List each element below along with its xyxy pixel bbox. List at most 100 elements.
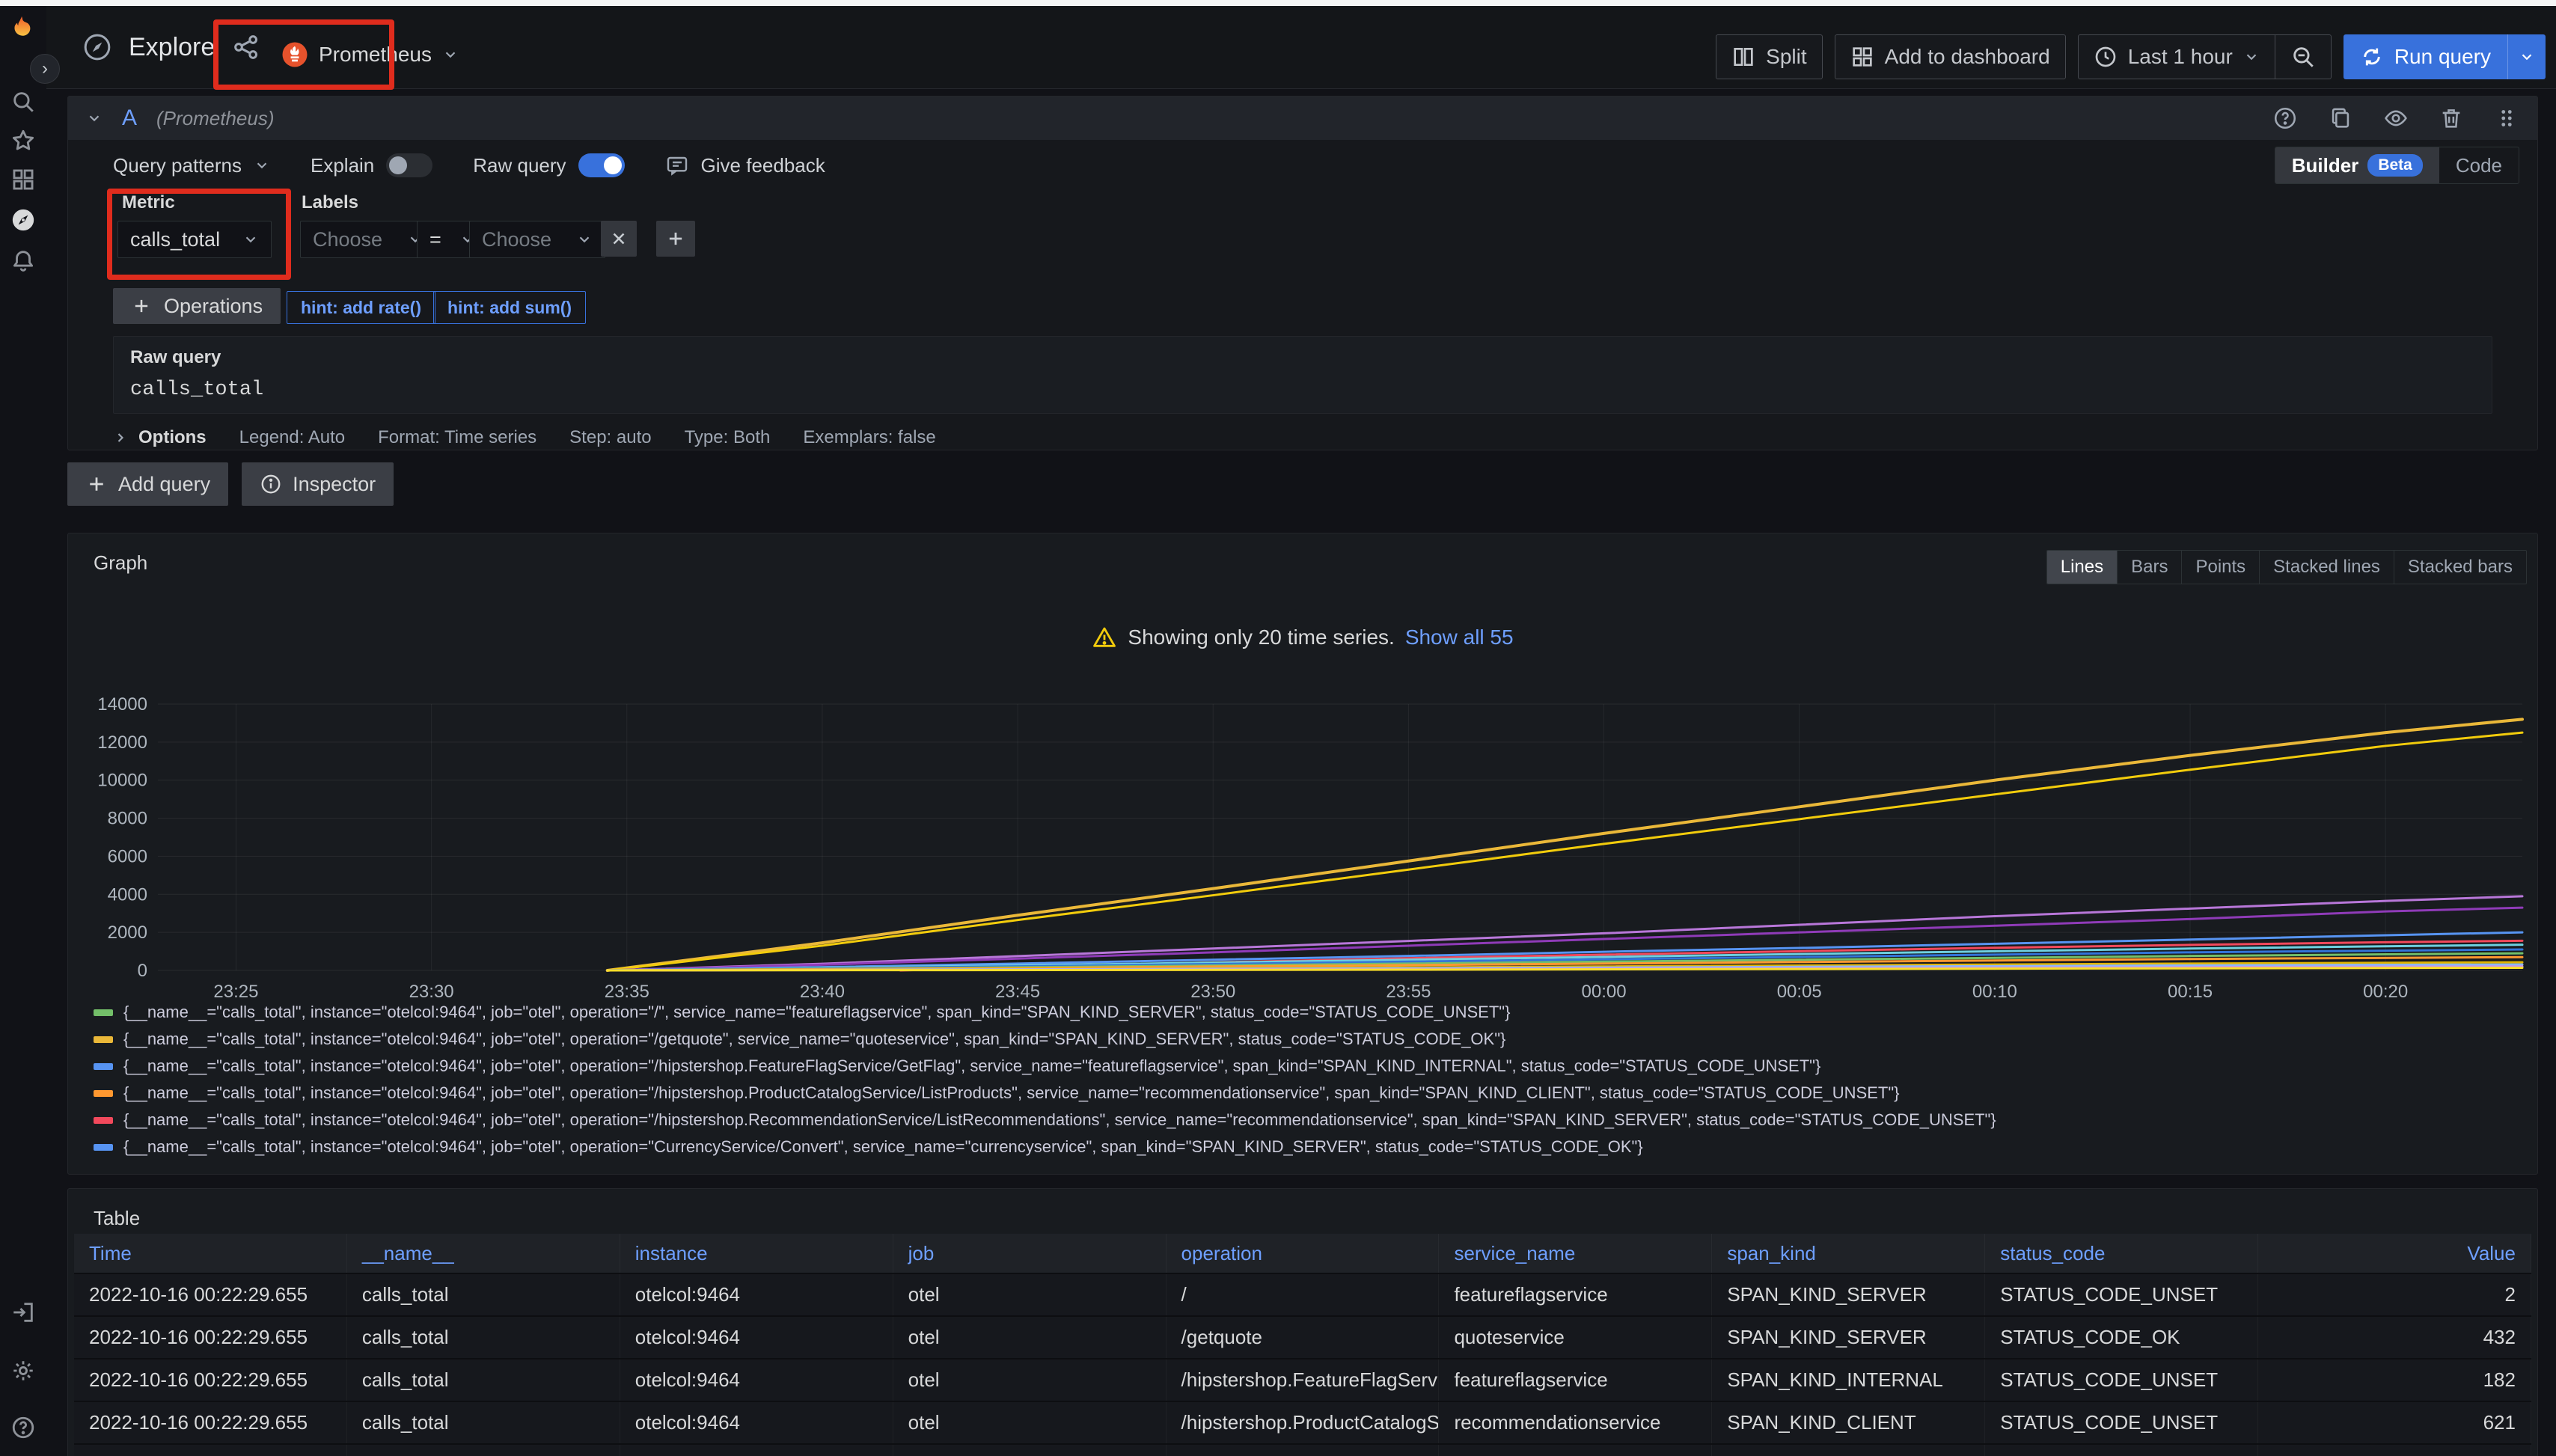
legend-item[interactable]: {__name__="calls_total", instance="otelc… (94, 1107, 2530, 1134)
time-range-picker[interactable]: Last 1 hour (2079, 35, 2275, 79)
delete-query-icon[interactable] (2439, 105, 2464, 131)
hide-query-icon[interactable] (2383, 105, 2409, 131)
clock-icon (2094, 45, 2118, 69)
zoom-out-button[interactable] (2275, 35, 2331, 79)
share-icon[interactable] (231, 32, 261, 62)
chevron-down-icon (576, 231, 593, 248)
table-cell: otelcol:9464 (620, 1445, 893, 1456)
legend-item[interactable]: {__name__="calls_total", instance="otelc… (94, 1134, 2530, 1160)
svg-text:0: 0 (138, 961, 147, 981)
gear-icon[interactable] (8, 1356, 38, 1386)
table-header-row: Time__name__instancejoboperationservice_… (74, 1234, 2531, 1273)
add-query-button[interactable]: Add query (67, 462, 228, 506)
builder-option[interactable]: Builder Beta (2275, 147, 2439, 183)
column-header-span-kind[interactable]: span_kind (1712, 1234, 1985, 1273)
svg-text:23:50: 23:50 (1190, 982, 1235, 1000)
table-cell: 621 (2258, 1402, 2531, 1443)
metric-select[interactable]: calls_total (117, 221, 272, 258)
query-help-icon[interactable] (2272, 105, 2298, 131)
code-option[interactable]: Code (2439, 147, 2519, 183)
legend-item[interactable]: {__name__="calls_total", instance="otelc… (94, 1080, 2530, 1107)
graph-mode-stacked-bars[interactable]: Stacked bars (2394, 551, 2526, 584)
duplicate-query-icon[interactable] (2328, 105, 2353, 131)
column-header-job[interactable]: job (893, 1234, 1167, 1273)
table-cell: otelcol:9464 (620, 1274, 893, 1315)
sidebar (0, 6, 46, 1456)
compass-icon[interactable] (8, 205, 38, 235)
query-hint-button[interactable]: hint: add rate() (287, 291, 435, 324)
series-limit-warning: Showing only 20 time series. Show all 55 (68, 625, 2537, 650)
operations-button[interactable]: Operations (113, 288, 281, 324)
remove-label-filter-button[interactable] (601, 221, 637, 257)
drag-handle-icon[interactable] (2494, 105, 2519, 131)
bell-icon[interactable] (8, 245, 38, 275)
table-cell: calls_total (347, 1317, 620, 1358)
run-query-caret[interactable] (2507, 34, 2546, 79)
column-header--name-[interactable]: __name__ (347, 1234, 620, 1273)
split-icon (1731, 45, 1755, 69)
query-ref-id: A (122, 105, 137, 131)
table-row[interactable]: 2022-10-16 00:22:29.655calls_totalotelco… (74, 1358, 2531, 1401)
table-cell: STATUS_CODE_OK (1985, 1317, 2258, 1358)
raw-query-toggle[interactable] (578, 153, 625, 177)
column-header-operation[interactable]: operation (1167, 1234, 1440, 1273)
sidebar-expand-button[interactable]: › (30, 54, 60, 84)
graph-canvas[interactable]: 0200040006000800010000120001400023:2523:… (76, 678, 2530, 1000)
query-option-summary: Exemplars: false (803, 427, 935, 448)
query-hint-button[interactable]: hint: add sum() (433, 291, 586, 324)
svg-text:14000: 14000 (97, 694, 147, 715)
query-patterns-dropdown[interactable]: Query patterns (113, 154, 270, 177)
show-all-series-link[interactable]: Show all 55 (1405, 625, 1514, 649)
table-cell: /hipstershop.ProductCatalogS... (1167, 1402, 1440, 1443)
legend-label: {__name__="calls_total", instance="otelc… (123, 1003, 1510, 1022)
table-cell: /getquote (1167, 1317, 1440, 1358)
legend-item[interactable]: {__name__="calls_total", instance="otelc… (94, 999, 2530, 1026)
star-icon[interactable] (8, 126, 38, 156)
graph-mode-stacked-lines[interactable]: Stacked lines (2259, 551, 2394, 584)
legend-item[interactable]: {__name__="calls_total", instance="otelc… (94, 1053, 2530, 1080)
column-header-value[interactable]: Value (2258, 1234, 2531, 1273)
add-to-dashboard-button[interactable]: Add to dashboard (1835, 34, 2066, 79)
chevron-down-icon (2243, 49, 2260, 65)
sign-in-icon[interactable] (8, 1297, 38, 1327)
inspector-button[interactable]: Inspector (242, 462, 394, 506)
split-button[interactable]: Split (1716, 34, 1822, 79)
label-value-select[interactable]: Choose (469, 221, 605, 258)
search-icon[interactable] (8, 87, 38, 117)
query-editor-panel: A (Prometheus) Query patterns Explain Ra… (67, 96, 2538, 450)
table-cell: SPAN_KIND_SERVER (1712, 1274, 1985, 1315)
svg-text:00:20: 00:20 (2363, 982, 2408, 1000)
datasource-picker[interactable]: Prometheus (271, 33, 469, 76)
table-row[interactable]: 2022-10-16 00:22:29.655calls_totalotelco… (74, 1401, 2531, 1443)
table-cell: STATUS_CODE_UNSET (1985, 1445, 2258, 1456)
table-cell: otelcol:9464 (620, 1317, 893, 1358)
graph-mode-lines[interactable]: Lines (2047, 551, 2117, 584)
graph-mode-bars[interactable]: Bars (2117, 551, 2181, 584)
graph-mode-switch: LinesBarsPointsStacked linesStacked bars (2046, 550, 2527, 584)
run-query-button[interactable]: Run query (2343, 34, 2546, 79)
column-header-time[interactable]: Time (74, 1234, 347, 1273)
table-cell: 2022-10-16 00:22:29.655 (74, 1317, 347, 1358)
query-row-header[interactable]: A (Prometheus) (68, 97, 2537, 140)
table-row[interactable]: 2022-10-16 00:22:29.655calls_totalotelco… (74, 1273, 2531, 1315)
raw-query-preview-label: Raw query (130, 347, 2475, 368)
column-header-instance[interactable]: instance (620, 1234, 893, 1273)
apps-icon[interactable] (8, 165, 38, 195)
explain-toggle[interactable] (386, 153, 432, 177)
give-feedback-link[interactable]: Give feedback (665, 153, 825, 177)
svg-text:4000: 4000 (108, 884, 147, 905)
table-cell: featureflagservice (1439, 1274, 1712, 1315)
label-name-select[interactable]: Choose (300, 221, 436, 258)
graph-mode-points[interactable]: Points (2181, 551, 2259, 584)
help-icon[interactable] (8, 1413, 38, 1443)
table-row[interactable]: 2022-10-16 00:22:29.655calls_totalotelco… (74, 1315, 2531, 1358)
grafana-logo[interactable] (7, 12, 37, 42)
column-header-status-code[interactable]: status_code (1985, 1234, 2258, 1273)
column-header-service-name[interactable]: service_name (1439, 1234, 1712, 1273)
legend-item[interactable]: {__name__="calls_total", instance="otelc… (94, 1026, 2530, 1053)
raw-query-preview: Raw query calls_total (113, 336, 2492, 414)
options-collapser[interactable]: Options (113, 427, 207, 448)
legend-swatch (94, 1036, 113, 1043)
add-label-filter-button[interactable] (656, 221, 695, 257)
table-row[interactable]: 2022-10-16 00:22:29.655calls_totalotelco… (74, 1443, 2531, 1456)
